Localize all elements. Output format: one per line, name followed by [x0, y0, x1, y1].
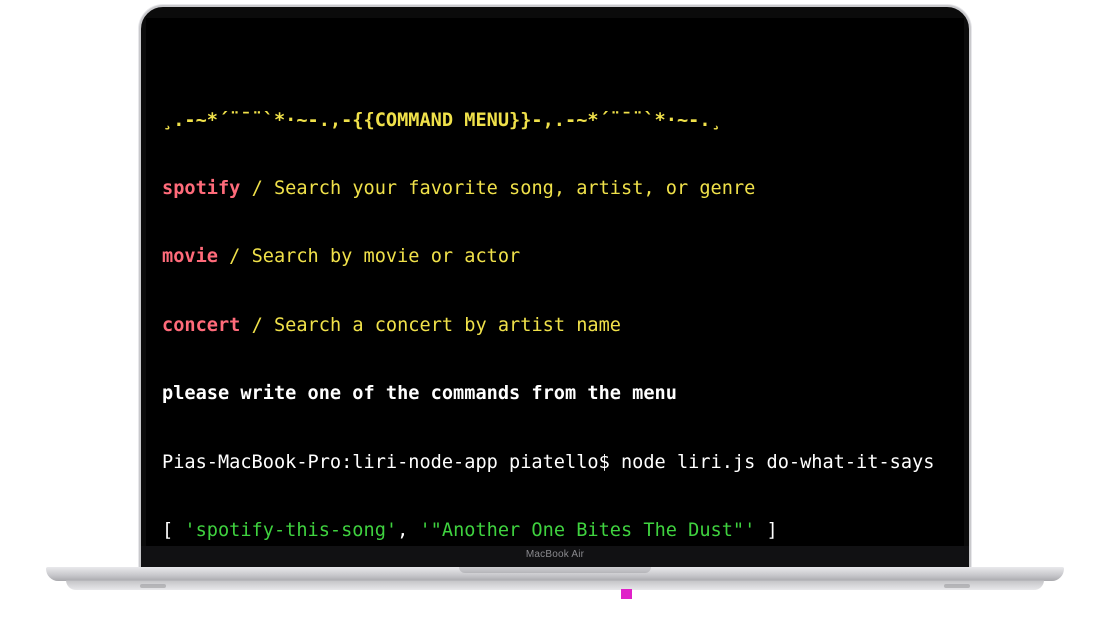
menu-separator: / — [240, 177, 274, 199]
menu-item-spotify: spotify / Search your favorite song, art… — [162, 178, 934, 201]
menu-description: Search your favorite song, artist, or ge… — [273, 177, 756, 199]
menu-separator: / — [240, 314, 274, 336]
array-close: ] — [755, 519, 778, 541]
output-arg-song: '"Another One Bites The Dust"' — [419, 519, 756, 541]
terminal-output: ¸.-~*´¨¯¨`*·~-.,-{{COMMAND MENU}}-,.-~*´… — [162, 64, 934, 622]
prompt-line: Pias-MacBook-Pro:liri-node-app piatello$… — [162, 451, 935, 473]
instruction-line: please write one of the commands from th… — [162, 383, 677, 405]
menu-description: Search by movie or actor — [251, 246, 521, 268]
array-comma: , — [397, 519, 420, 541]
output-arg-command: 'spotify-this-song' — [184, 519, 398, 541]
menu-header: ¸.-~*´¨¯¨`*·~-.,-{{COMMAND MENU}}-,.-~*´… — [162, 109, 722, 131]
menu-command: concert — [162, 314, 241, 336]
menu-command: movie — [162, 246, 218, 268]
command-output-line: [ 'spotify-this-song', '"Another One Bit… — [162, 520, 934, 543]
array-open: [ — [162, 519, 185, 541]
menu-separator: / — [217, 246, 252, 268]
laptop-foot-right — [944, 584, 970, 588]
menu-item-concert: concert / Search a concert by artist nam… — [162, 315, 934, 338]
menu-item-movie: movie / Search by movie or actor — [162, 246, 934, 269]
menu-command: spotify — [162, 177, 241, 199]
menu-description: Search a concert by artist name — [273, 314, 621, 336]
